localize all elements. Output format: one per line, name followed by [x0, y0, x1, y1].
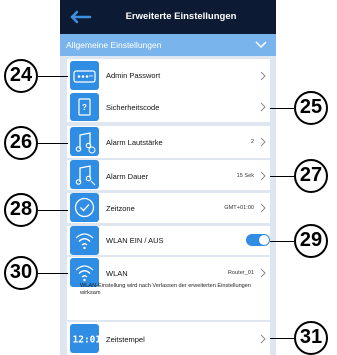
alarm-volume-icon [70, 127, 99, 156]
wifi-note: WLAN-Einstellung wird nach Verlassen der… [80, 283, 252, 296]
row-label: Zeitstempel [106, 335, 145, 344]
callout-leader [270, 338, 294, 339]
row-wifi-toggle: WLAN EIN / AUS [67, 226, 270, 255]
chevron-right-icon [260, 171, 266, 181]
chevron-right-icon [260, 71, 266, 81]
row-label: Zeitzone [106, 204, 135, 213]
row-label: Alarm Lautstärke [106, 138, 163, 147]
callout-24: 24 [4, 59, 38, 93]
password-icon: ** [70, 61, 99, 90]
row-timestamp[interactable]: 12:01 Zeitstempel [67, 322, 270, 355]
callout-leader [38, 273, 68, 274]
back-arrow-icon[interactable] [70, 10, 92, 24]
section-label: Allgemeine Einstellungen [66, 40, 162, 50]
callout-30: 30 [4, 256, 38, 290]
callout-25: 25 [294, 91, 328, 125]
callout-31: 31 [294, 321, 328, 355]
callout-leader [38, 76, 68, 77]
row-value: 2 [250, 139, 254, 145]
callout-28: 28 [4, 193, 38, 227]
row-label: Sicherheitscode [106, 103, 160, 112]
row-security-code[interactable]: ? Sicherheitscode [67, 92, 270, 122]
chevron-right-icon [260, 137, 266, 147]
svg-text:**: ** [89, 75, 93, 81]
row-label: WLAN EIN / AUS [106, 236, 164, 245]
row-alarm-duration[interactable]: Alarm Dauer 15 Sek [67, 160, 270, 190]
callout-leader [270, 176, 294, 177]
row-label: WLAN [106, 269, 128, 278]
settings-screen: Erweiterte Einstellungen Allgemeine Eins… [60, 0, 276, 355]
toggle-knob [259, 235, 269, 245]
row-value: 15 Sek [236, 173, 254, 179]
security-code-icon: ? [70, 93, 99, 121]
alarm-duration-icon [70, 160, 99, 189]
row-alarm-volume[interactable]: Alarm Lautstärke 2 [67, 126, 270, 158]
chevron-right-icon [260, 268, 266, 278]
row-value: Router_01 [227, 270, 254, 276]
wifi-toggle-switch[interactable] [246, 234, 270, 246]
callout-leader [38, 143, 68, 144]
row-label: Alarm Dauer [106, 172, 149, 181]
callout-leader [270, 241, 294, 242]
callout-27: 27 [294, 159, 328, 193]
wifi-icon [70, 226, 99, 255]
svg-text:?: ? [82, 103, 87, 112]
callout-29: 29 [294, 224, 328, 258]
page-title: Erweiterte Einstellungen [125, 11, 237, 22]
row-value: GMT+01:00 [224, 205, 254, 211]
title-bar: Erweiterte Einstellungen [60, 0, 276, 34]
chevron-right-icon [260, 203, 266, 213]
row-timezone[interactable]: Zeitzone GMT+01:00 [67, 193, 270, 223]
callout-leader [270, 108, 294, 109]
callout-26: 26 [4, 126, 38, 160]
row-admin-password[interactable]: ** Admin Passwort [67, 59, 270, 92]
chevron-right-icon [260, 102, 266, 112]
callout-leader [38, 210, 68, 211]
section-general-settings[interactable]: Allgemeine Einstellungen [60, 34, 276, 56]
svg-text:12:01: 12:01 [73, 335, 100, 346]
timestamp-icon: 12:01 [70, 324, 99, 353]
chevron-down-icon [255, 41, 267, 49]
chevron-right-icon [260, 334, 266, 344]
timezone-icon [70, 193, 99, 222]
row-label: Admin Passwort [106, 71, 161, 80]
